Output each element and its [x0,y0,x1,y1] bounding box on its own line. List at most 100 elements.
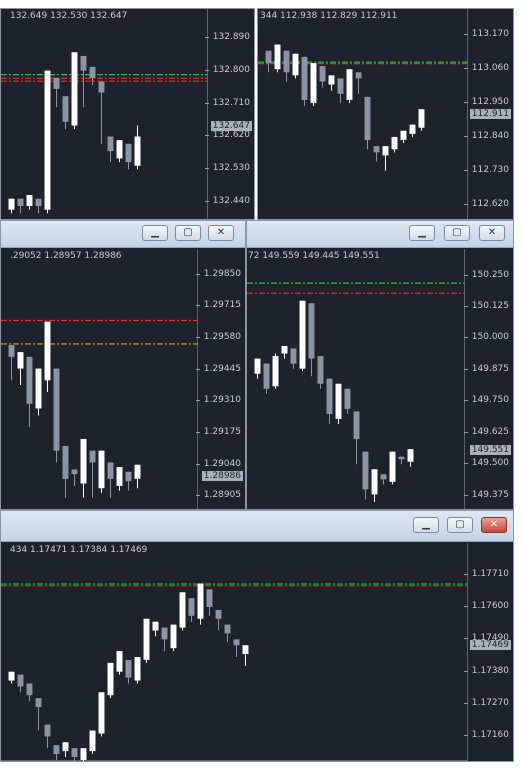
candle [335,383,342,424]
candle [265,50,272,73]
candles-svg [1,319,198,498]
candle [206,589,213,616]
maximize-button[interactable]: ▢ [444,225,470,241]
candle [371,469,378,502]
axis-tick-label: 1.29175 [195,427,241,438]
maximize-button[interactable]: ▢ [447,517,473,533]
chart-window-5[interactable]: ▁ ▢ ✕ 434 1.17471 1.17384 1.17469 1.1771… [0,510,514,762]
chart-window-1[interactable]: 132.649 132.530 132.647 132.890 132.800 13… [0,8,255,220]
candle [26,683,33,702]
candle [400,130,407,144]
candle [125,659,132,684]
candle [290,348,297,369]
candle [116,140,123,163]
axis-tick-label: 132.440 [204,196,250,207]
chart-window-3[interactable]: ▁ ▢ ✕ .29052 1.28957 1.28986 1.29850 1.29… [0,220,246,510]
axis-tick-label: 1.29040 [195,458,241,469]
candle [89,66,96,86]
candle [17,352,24,385]
candle [53,368,60,463]
price-axis: 1.17710 1.17600 1.17490 1.17380 1.17270 1.171… [463,543,513,761]
axis-tick-label: 149.375 [463,489,509,500]
candle [272,353,279,389]
current-price-tag: 112.911 [469,109,511,120]
candle [107,662,114,699]
axis-tick-label: 1.17600 [463,601,509,611]
candle [281,346,288,359]
candle [380,474,387,485]
candle [98,81,105,144]
axis-tick-label: 112.840 [463,130,509,141]
window-titlebar[interactable]: ▁ ▢ ✕ [247,221,513,248]
candles-svg [1,52,208,214]
candle [409,124,416,137]
candle [224,624,231,643]
price-axis: 150.250 150.125 150.000 149.875 149.750 149.6… [463,249,513,509]
axis-tick-label: 112.950 [463,97,509,108]
candle [17,198,24,214]
candle [35,368,42,416]
axis-tick-label: 150.125 [463,301,509,312]
candle [326,378,333,424]
candle [134,657,141,684]
close-button[interactable]: ✕ [208,225,234,241]
candle [346,69,353,104]
candle [17,674,24,693]
price-axis: 1.29850 1.29715 1.29580 1.29445 1.29310 1.291… [195,249,245,509]
chart-window-4[interactable]: ▁ ▢ ✕ 72 149.559 149.445 149.551 150.250… [246,220,514,510]
axis-tick-label: 1.29445 [195,363,241,374]
candle [197,583,204,625]
maximize-button[interactable]: ▢ [175,225,201,241]
candle [418,109,425,131]
minimize-button[interactable]: ▁ [409,225,435,241]
chart-window-2[interactable]: 344 112.938 112.829 112.911 113.170 113.0… [257,8,514,220]
plot-area[interactable]: 344 112.938 112.829 112.911 [258,9,468,219]
candle [62,742,69,757]
candle [355,72,362,94]
candle [254,358,261,379]
candle [353,411,360,465]
current-price-tag: 149.551 [469,445,511,456]
candle [125,471,132,491]
candle [116,651,123,675]
candle [319,66,326,88]
candle [53,77,60,108]
candle [292,53,299,79]
candle [344,388,351,414]
axis-tick-label: 1.29310 [195,395,241,406]
plot-area[interactable]: 434 1.17471 1.17384 1.17469 [1,543,468,761]
axis-tick-label: 113.060 [463,63,509,74]
candle [35,198,42,214]
minimize-button[interactable]: ▁ [413,517,439,533]
candle [161,627,168,652]
axis-tick-label: 1.28905 [195,490,241,501]
candle [98,692,105,737]
axis-tick-label: 113.170 [463,29,509,40]
axis-tick-label: 1.17270 [463,698,509,709]
candle [8,198,15,214]
candle [179,592,186,631]
candle [391,136,398,153]
plot-area[interactable]: .29052 1.28957 1.28986 [1,249,198,509]
candle [44,321,51,393]
candle [89,730,96,755]
candle [107,136,114,163]
window-titlebar[interactable]: ▁ ▢ ✕ [1,511,513,542]
current-price-tag: 132.647 [210,120,252,131]
candle [328,75,335,91]
axis-tick-label: 1.29715 [195,300,241,311]
minimize-button[interactable]: ▁ [142,225,168,241]
close-button[interactable]: ✕ [481,517,507,533]
plot-area[interactable]: 132.649 132.530 132.647 [1,9,208,219]
candle [389,451,396,485]
axis-tick-label: 112.730 [463,164,509,175]
close-button[interactable]: ✕ [479,225,505,241]
candle [337,78,344,104]
candle [71,52,78,130]
candle [233,639,240,657]
candle [26,195,33,210]
axis-tick-label: 132.530 [204,163,250,174]
candle [382,146,389,171]
window-titlebar[interactable]: ▁ ▢ ✕ [1,221,245,248]
plot-area[interactable]: 72 149.559 149.445 149.551 [247,249,465,509]
